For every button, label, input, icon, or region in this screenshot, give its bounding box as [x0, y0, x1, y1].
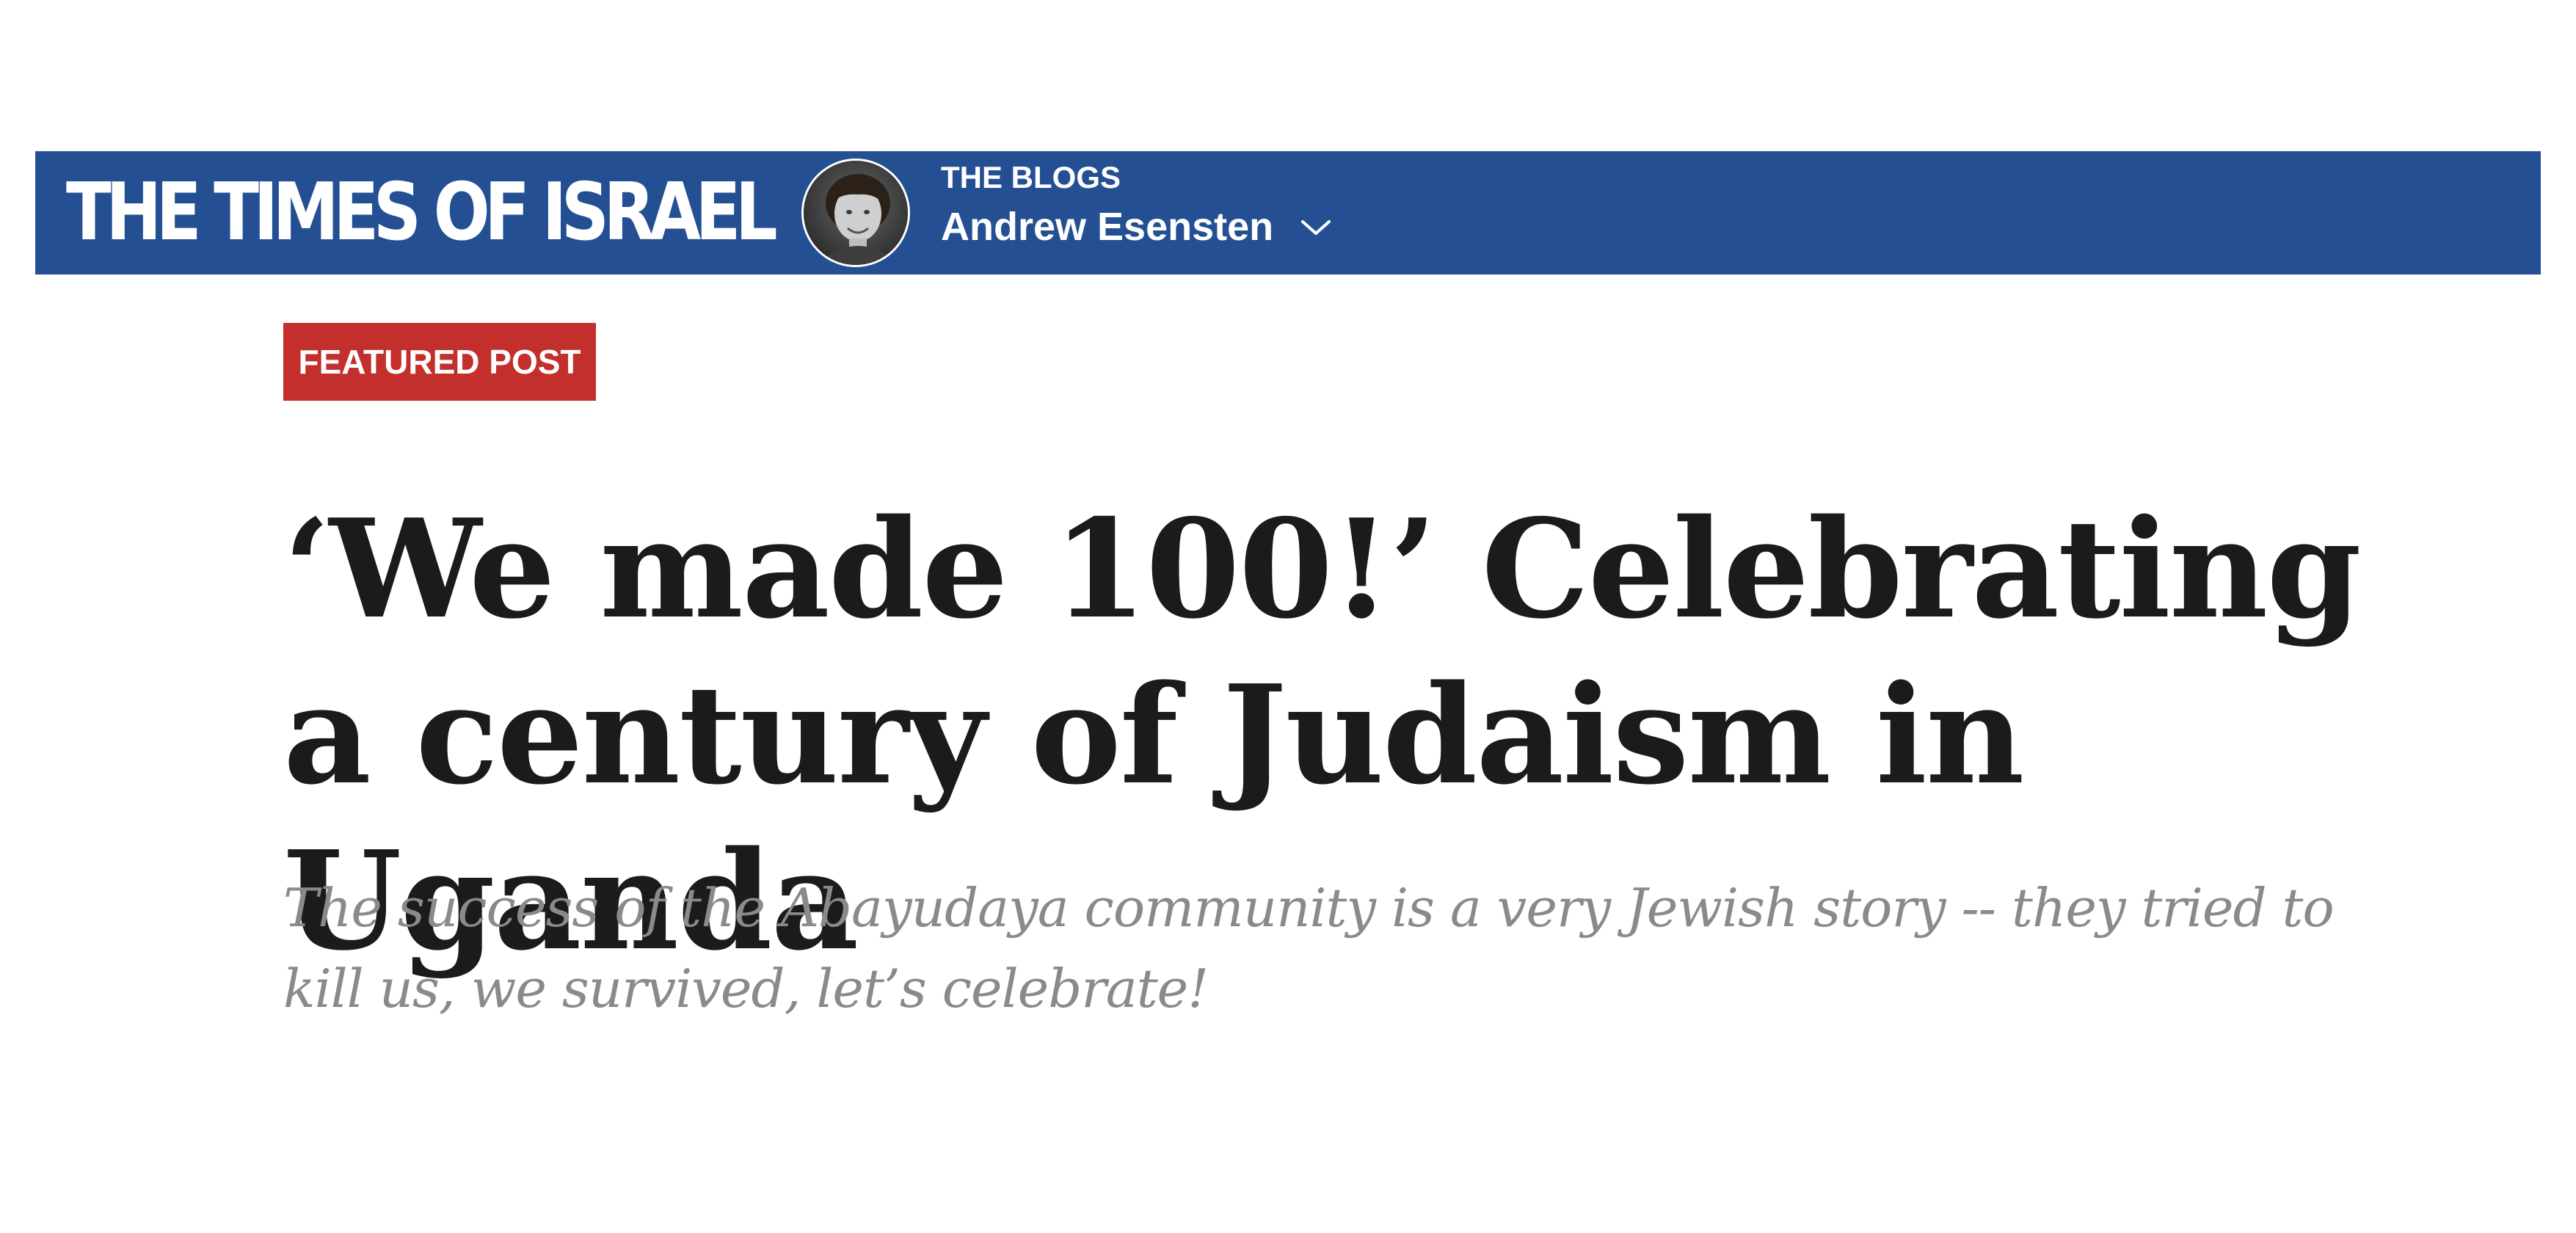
article-subtitle: The success of the Abayudaya community i… — [283, 877, 2335, 1019]
section-label[interactable]: THE BLOGS — [941, 157, 1332, 198]
author-photo — [804, 161, 908, 265]
blog-meta: THE BLOGS Andrew Esensten — [941, 157, 1332, 252]
avatar[interactable] — [801, 159, 910, 267]
site-logo[interactable]: THE TIMES OF ISRAEL — [66, 151, 778, 274]
site-header: THE TIMES OF ISRAEL THE BLOGS Andrew Ese… — [35, 151, 2541, 274]
author-menu[interactable]: Andrew Esensten — [941, 201, 1332, 252]
featured-badge: FEATURED POST — [283, 323, 596, 401]
chevron-down-icon[interactable] — [1300, 216, 1332, 238]
author-name[interactable]: Andrew Esensten — [941, 201, 1273, 252]
